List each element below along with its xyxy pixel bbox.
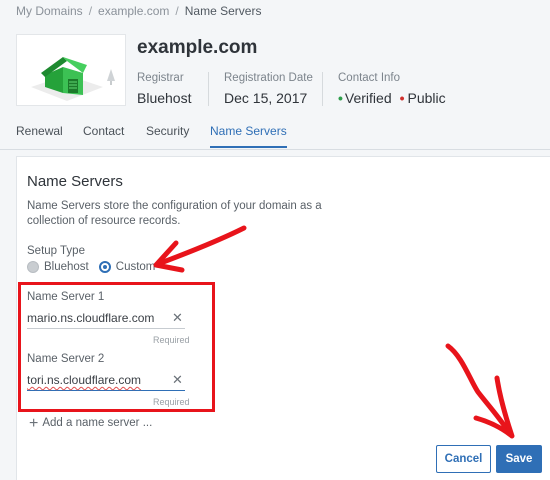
registration-date-label: Registration Date bbox=[224, 72, 313, 84]
radio-bluehost[interactable] bbox=[27, 261, 39, 273]
save-button[interactable]: Save bbox=[496, 445, 542, 473]
registrar-value: Bluehost bbox=[137, 90, 192, 106]
cancel-button[interactable]: Cancel bbox=[436, 445, 491, 473]
tab-contact[interactable]: Contact bbox=[83, 124, 124, 146]
panel-title: Name Servers bbox=[27, 173, 123, 190]
domain-title: example.com bbox=[137, 37, 258, 58]
annotation-highlight-box bbox=[18, 282, 215, 412]
add-name-server-button[interactable]: + Add a name server ... bbox=[29, 415, 152, 433]
public-dot: • bbox=[399, 90, 405, 106]
meta-divider bbox=[208, 72, 209, 106]
contact-info-value: • Verified • Public bbox=[338, 90, 446, 106]
breadcrumb-domain[interactable]: example.com bbox=[98, 4, 169, 18]
breadcrumb-my-domains[interactable]: My Domains bbox=[16, 4, 83, 18]
house-icon bbox=[31, 57, 115, 101]
registrar-block: Registrar Bluehost bbox=[137, 72, 191, 106]
radio-bluehost-label[interactable]: Bluehost bbox=[44, 261, 89, 273]
add-name-server-label: Add a name server ... bbox=[42, 417, 153, 429]
public-status: Public bbox=[407, 90, 446, 106]
tab-security[interactable]: Security bbox=[146, 124, 189, 146]
panel-description: Name Servers store the configuration of … bbox=[27, 200, 322, 227]
setup-type-label: Setup Type bbox=[27, 245, 85, 257]
breadcrumb-separator: / bbox=[175, 4, 179, 18]
registration-date-block: Registration Date Dec 15, 2017 bbox=[224, 72, 313, 106]
verified-dot: • bbox=[338, 90, 343, 106]
radio-custom-label[interactable]: Custom bbox=[116, 261, 156, 273]
radio-custom[interactable] bbox=[98, 261, 111, 273]
plus-icon: + bbox=[29, 415, 39, 432]
domain-thumbnail bbox=[16, 34, 126, 106]
meta-divider bbox=[322, 72, 323, 106]
verified-status: Verified bbox=[344, 90, 392, 106]
tab-name-servers[interactable]: Name Servers bbox=[210, 124, 287, 148]
setup-type-options: Bluehost Custom bbox=[27, 261, 165, 273]
breadcrumb-separator: / bbox=[88, 4, 93, 18]
breadcrumb: My Domains / example.com / Name Servers bbox=[16, 4, 261, 18]
contact-info-block: Contact Info • Verified • Public bbox=[338, 72, 446, 106]
contact-info-label: Contact Info bbox=[338, 72, 401, 84]
tab-renewal[interactable]: Renewal bbox=[16, 124, 63, 146]
tab-bar: Renewal Contact Security Name Servers bbox=[0, 120, 550, 150]
registrar-label: Registrar bbox=[137, 72, 184, 84]
registration-date-value: Dec 15, 2017 bbox=[224, 90, 308, 106]
breadcrumb-current: Name Servers bbox=[184, 4, 262, 18]
